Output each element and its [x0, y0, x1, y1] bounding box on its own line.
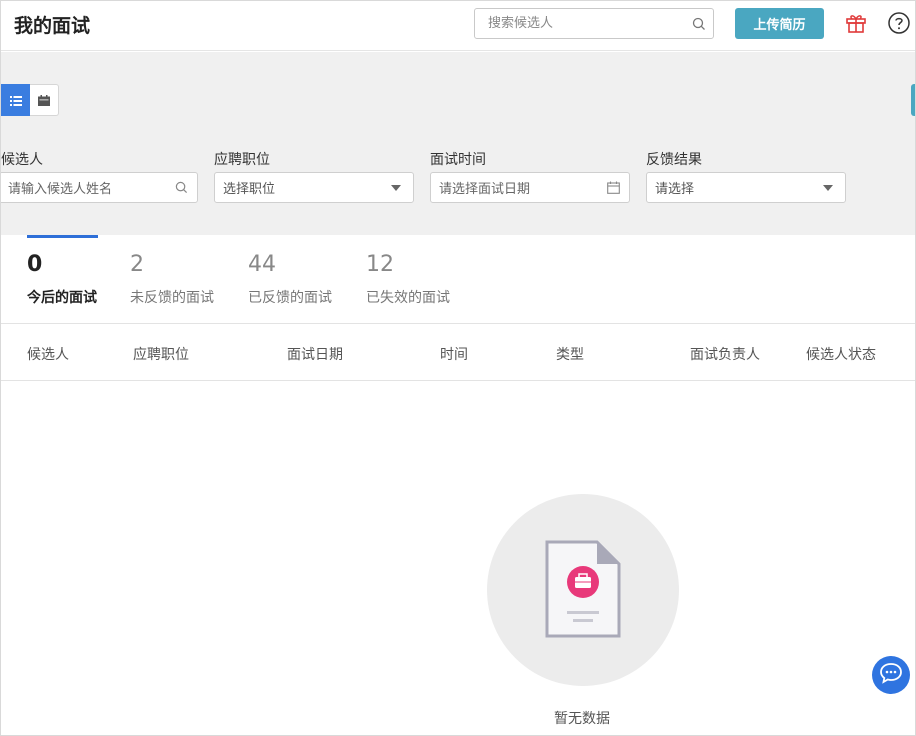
calendar-icon — [607, 181, 620, 198]
search-icon[interactable] — [692, 16, 706, 35]
chat-icon — [879, 662, 903, 688]
upload-resume-button[interactable]: 上传简历 — [735, 8, 824, 39]
tab-expired[interactable]: 12 已失效的面试 — [366, 235, 461, 324]
search-icon — [175, 181, 188, 198]
filter-panel: 候选人 应聘职位 面试时间 反馈结果 请输入候选人姓名 选择职位 请选择面试日期 — [1, 52, 915, 235]
gift-icon[interactable] — [844, 11, 868, 35]
tab-count: 12 — [366, 252, 394, 277]
tab-label: 已失效的面试 — [366, 290, 450, 306]
search-input[interactable] — [475, 9, 675, 38]
tab-unfeedback[interactable]: 2 未反馈的面试 — [130, 235, 225, 324]
tab-feedbacked[interactable]: 44 已反馈的面试 — [248, 235, 343, 324]
active-tab-indicator — [27, 235, 98, 238]
empty-state-text: 暂无数据 — [554, 711, 610, 727]
list-view-icon — [9, 91, 22, 110]
calendar-view-button[interactable] — [30, 84, 59, 116]
position-select[interactable]: 选择职位 — [214, 172, 414, 203]
tab-upcoming[interactable]: 0 今后的面试 — [27, 235, 107, 324]
interview-date-placeholder: 请选择面试日期 — [439, 182, 531, 197]
feedback-select-value: 请选择 — [655, 182, 695, 197]
column-header: 候选人 — [27, 347, 69, 363]
document-icon — [545, 540, 621, 638]
column-header: 候选人状态 — [806, 347, 876, 363]
tab-label: 未反馈的面试 — [130, 290, 214, 306]
view-toggle — [1, 84, 59, 116]
tab-count: 44 — [248, 252, 276, 277]
interview-date-picker[interactable]: 请选择面试日期 — [430, 172, 630, 203]
app-frame: 我的面试 上传简历 — [0, 0, 916, 736]
position-select-value: 选择职位 — [223, 182, 276, 197]
help-icon[interactable] — [887, 11, 911, 35]
chevron-down-icon — [823, 185, 833, 191]
column-header: 面试负责人 — [690, 347, 760, 363]
empty-state-illustration — [487, 494, 679, 686]
column-header: 面试日期 — [287, 347, 343, 363]
top-header: 我的面试 上传简历 — [1, 1, 915, 51]
column-header: 时间 — [440, 347, 468, 363]
side-drawer-handle[interactable] — [911, 84, 915, 116]
candidate-filter-label: 候选人 — [1, 152, 43, 168]
tab-label: 今后的面试 — [27, 290, 97, 306]
tab-count: 2 — [130, 252, 144, 277]
feedback-filter-label: 反馈结果 — [646, 152, 702, 168]
candidate-name-input[interactable]: 请输入候选人姓名 — [1, 172, 198, 203]
position-filter-label: 应聘职位 — [214, 152, 270, 168]
search-box[interactable] — [474, 8, 714, 39]
table-header: 候选人 应聘职位 面试日期 时间 类型 面试负责人 候选人状态 — [1, 324, 915, 381]
chevron-down-icon — [391, 185, 401, 191]
column-header: 应聘职位 — [133, 347, 189, 363]
page-title: 我的面试 — [14, 15, 91, 37]
list-view-button[interactable] — [1, 84, 30, 116]
candidate-name-placeholder: 请输入候选人姓名 — [8, 182, 113, 197]
calendar-view-icon — [38, 91, 50, 110]
interview-status-tabs: 0 今后的面试 2 未反馈的面试 44 已反馈的面试 12 已失效的面试 — [1, 235, 915, 324]
tab-count: 0 — [27, 252, 43, 277]
column-header: 类型 — [556, 347, 584, 363]
interview-time-filter-label: 面试时间 — [430, 152, 486, 168]
chat-support-button[interactable] — [872, 656, 910, 694]
tab-label: 已反馈的面试 — [248, 290, 332, 306]
feedback-select[interactable]: 请选择 — [646, 172, 846, 203]
